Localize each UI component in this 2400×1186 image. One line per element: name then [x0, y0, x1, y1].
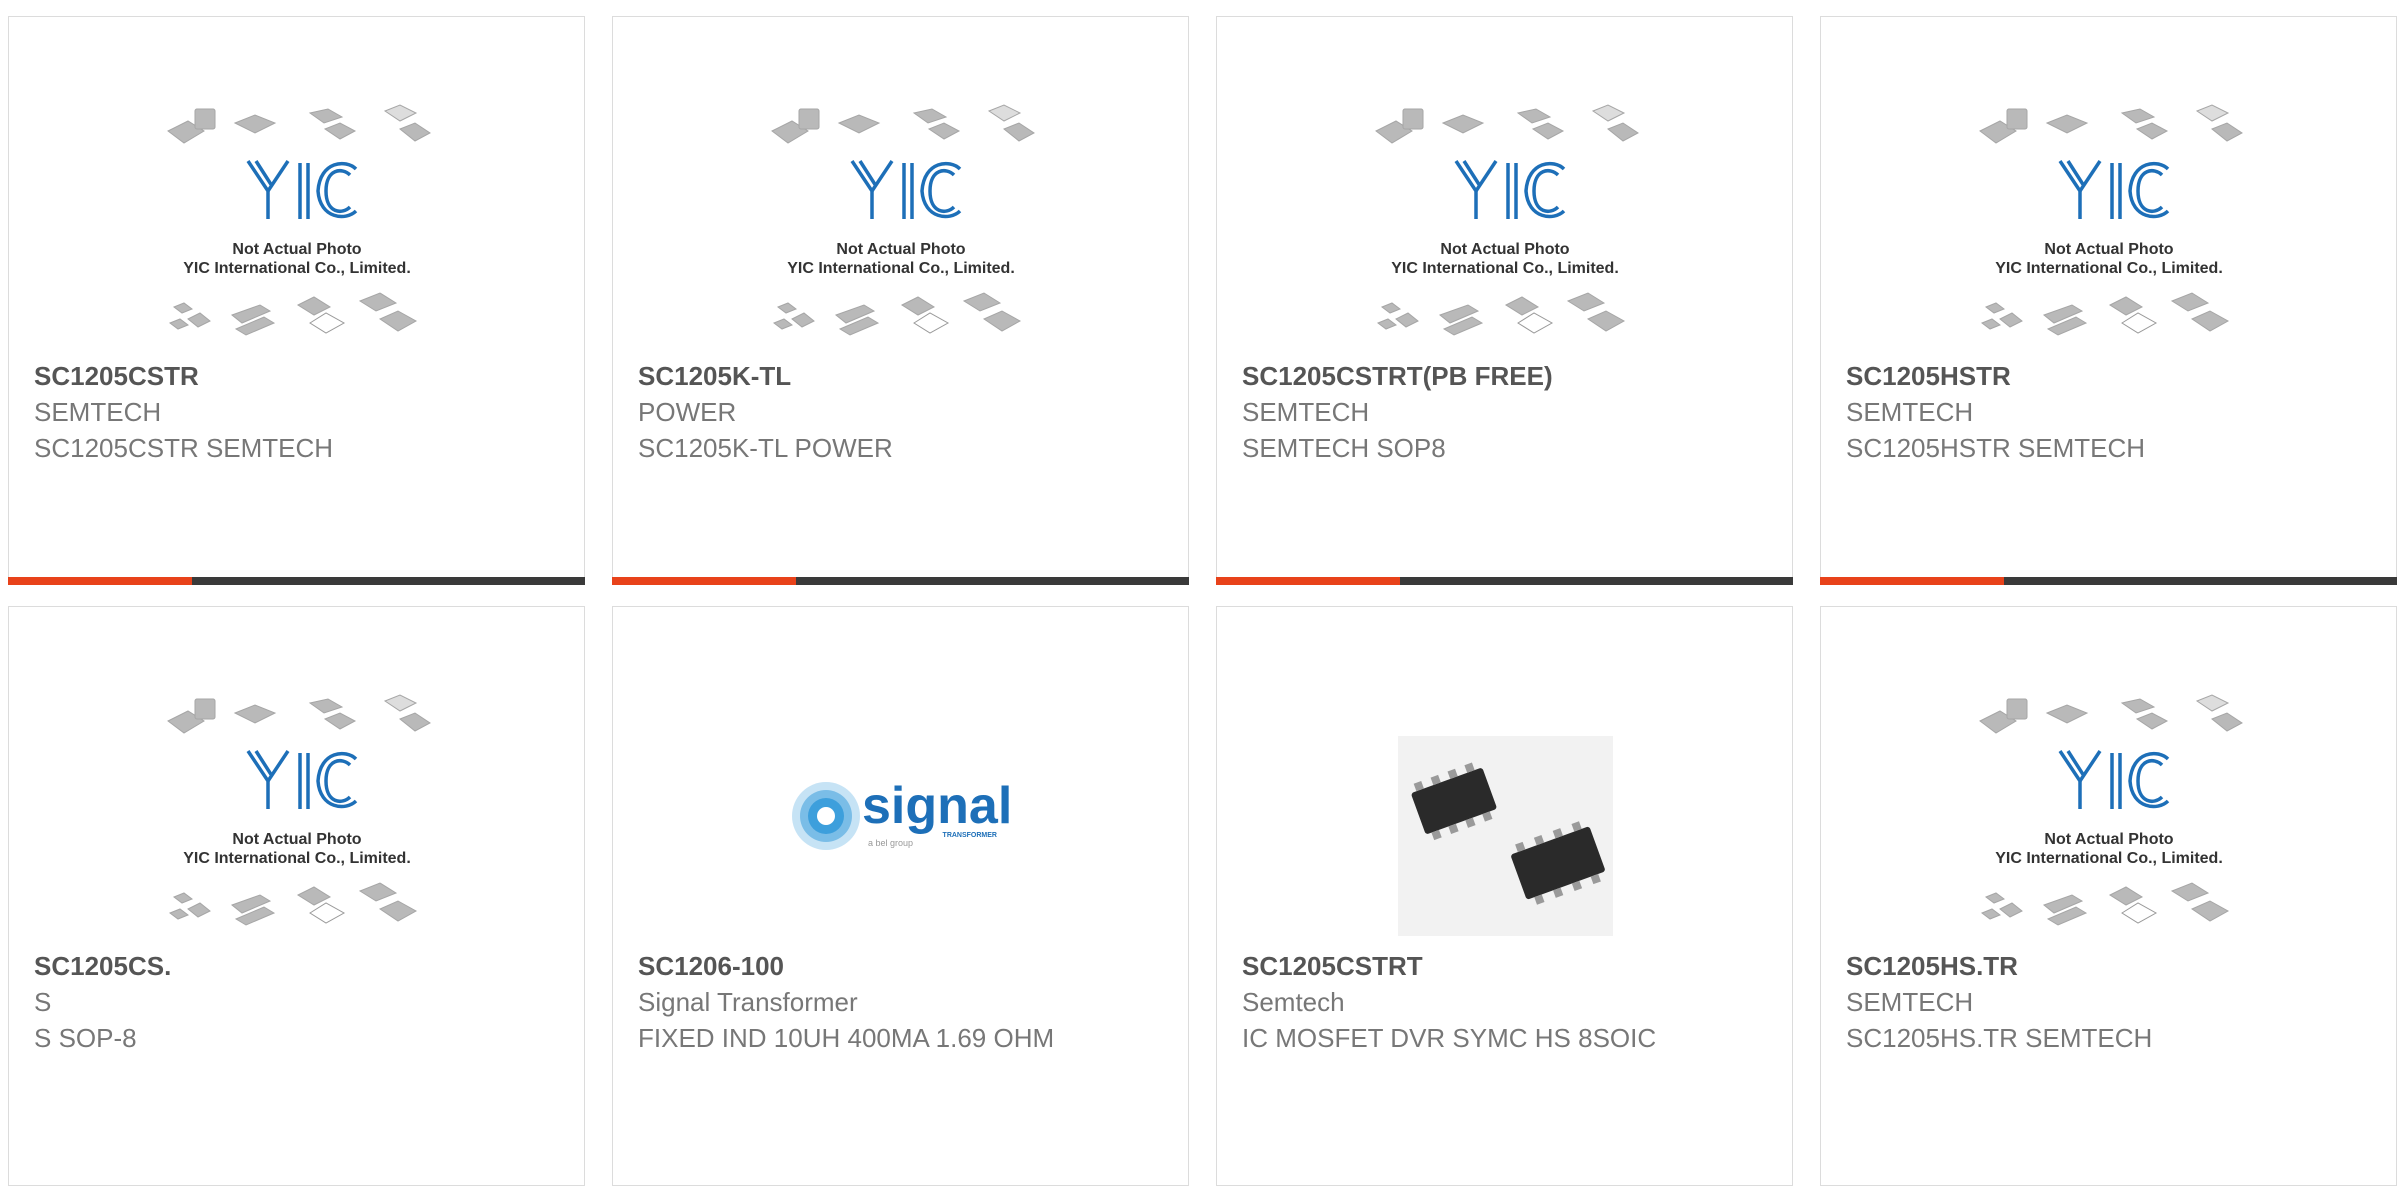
- part-number[interactable]: SC1205CSTR: [34, 358, 559, 394]
- card-footer-bar: [8, 577, 585, 585]
- product-image-placeholder: [1368, 101, 1643, 351]
- part-number[interactable]: SC1205CSTRT(PB FREE): [1242, 358, 1767, 394]
- description: SC1205K-TL POWER: [638, 433, 893, 463]
- description: SEMTECH SOP8: [1242, 433, 1446, 463]
- description: S SOP-8: [34, 1023, 137, 1053]
- product-info: SC1205CSTRT(PB FREE) SEMTECH SEMTECH SOP…: [1242, 358, 1767, 466]
- part-number[interactable]: SC1205HSTR: [1846, 358, 2371, 394]
- product-card[interactable]: SC1205HS.TR SEMTECH SC1205HS.TR SEMTECH: [1820, 606, 2397, 1186]
- product-image-placeholder: [1972, 101, 2247, 351]
- card-footer-bar: [1216, 577, 1793, 585]
- product-card[interactable]: SC1205CSTR SEMTECH SC1205CSTR SEMTECH: [8, 16, 585, 585]
- signal-transformer-logo: [764, 691, 1039, 941]
- part-number[interactable]: SC1205CSTRT: [1242, 948, 1767, 984]
- product-info: SC1205K-TL POWER SC1205K-TL POWER: [638, 358, 1163, 466]
- description: SC1205HS.TR SEMTECH: [1846, 1023, 2153, 1053]
- product-info: SC1205HS.TR SEMTECH SC1205HS.TR SEMTECH: [1846, 948, 2371, 1056]
- manufacturer: Semtech: [1242, 987, 1345, 1017]
- product-card[interactable]: SC1205CSTRT Semtech IC MOSFET DVR SYMC H…: [1216, 606, 1793, 1186]
- product-info: SC1206-100 Signal Transformer FIXED IND …: [638, 948, 1163, 1056]
- part-number[interactable]: SC1205CS.: [34, 948, 559, 984]
- card-accent-bar: [1820, 577, 2004, 585]
- product-card[interactable]: SC1205HSTR SEMTECH SC1205HSTR SEMTECH: [1820, 16, 2397, 585]
- product-image-placeholder: [764, 101, 1039, 351]
- description: FIXED IND 10UH 400MA 1.69 OHM: [638, 1023, 1055, 1053]
- description: SC1205HSTR SEMTECH: [1846, 433, 2146, 463]
- product-card[interactable]: SC1205CSTRT(PB FREE) SEMTECH SEMTECH SOP…: [1216, 16, 1793, 585]
- manufacturer: POWER: [638, 397, 737, 427]
- product-image-placeholder: [160, 691, 435, 941]
- product-card[interactable]: SC1206-100 Signal Transformer FIXED IND …: [612, 606, 1189, 1186]
- manufacturer: S: [34, 987, 52, 1017]
- product-info: SC1205HSTR SEMTECH SC1205HSTR SEMTECH: [1846, 358, 2371, 466]
- part-number[interactable]: SC1205HS.TR: [1846, 948, 2371, 984]
- product-image-placeholder: [160, 101, 435, 351]
- product-info: SC1205CSTRT Semtech IC MOSFET DVR SYMC H…: [1242, 948, 1767, 1056]
- soic-chip-photo: [1368, 691, 1643, 941]
- manufacturer: SEMTECH: [1242, 397, 1370, 427]
- product-info: SC1205CS. S S SOP-8: [34, 948, 559, 1056]
- description: SC1205CSTR SEMTECH: [34, 433, 334, 463]
- description: IC MOSFET DVR SYMC HS 8SOIC: [1242, 1023, 1657, 1053]
- manufacturer: SEMTECH: [34, 397, 162, 427]
- card-accent-bar: [612, 577, 796, 585]
- part-number[interactable]: SC1205K-TL: [638, 358, 1163, 394]
- manufacturer: SEMTECH: [1846, 987, 1974, 1017]
- product-card[interactable]: SC1205CS. S S SOP-8: [8, 606, 585, 1186]
- manufacturer: Signal Transformer: [638, 987, 858, 1017]
- card-accent-bar: [1216, 577, 1400, 585]
- part-number[interactable]: SC1206-100: [638, 948, 1163, 984]
- card-footer-bar: [612, 577, 1189, 585]
- product-image-placeholder: [1972, 691, 2247, 941]
- product-card[interactable]: SC1205K-TL POWER SC1205K-TL POWER: [612, 16, 1189, 585]
- manufacturer: SEMTECH: [1846, 397, 1974, 427]
- card-accent-bar: [8, 577, 192, 585]
- product-info: SC1205CSTR SEMTECH SC1205CSTR SEMTECH: [34, 358, 559, 466]
- card-footer-bar: [1820, 577, 2397, 585]
